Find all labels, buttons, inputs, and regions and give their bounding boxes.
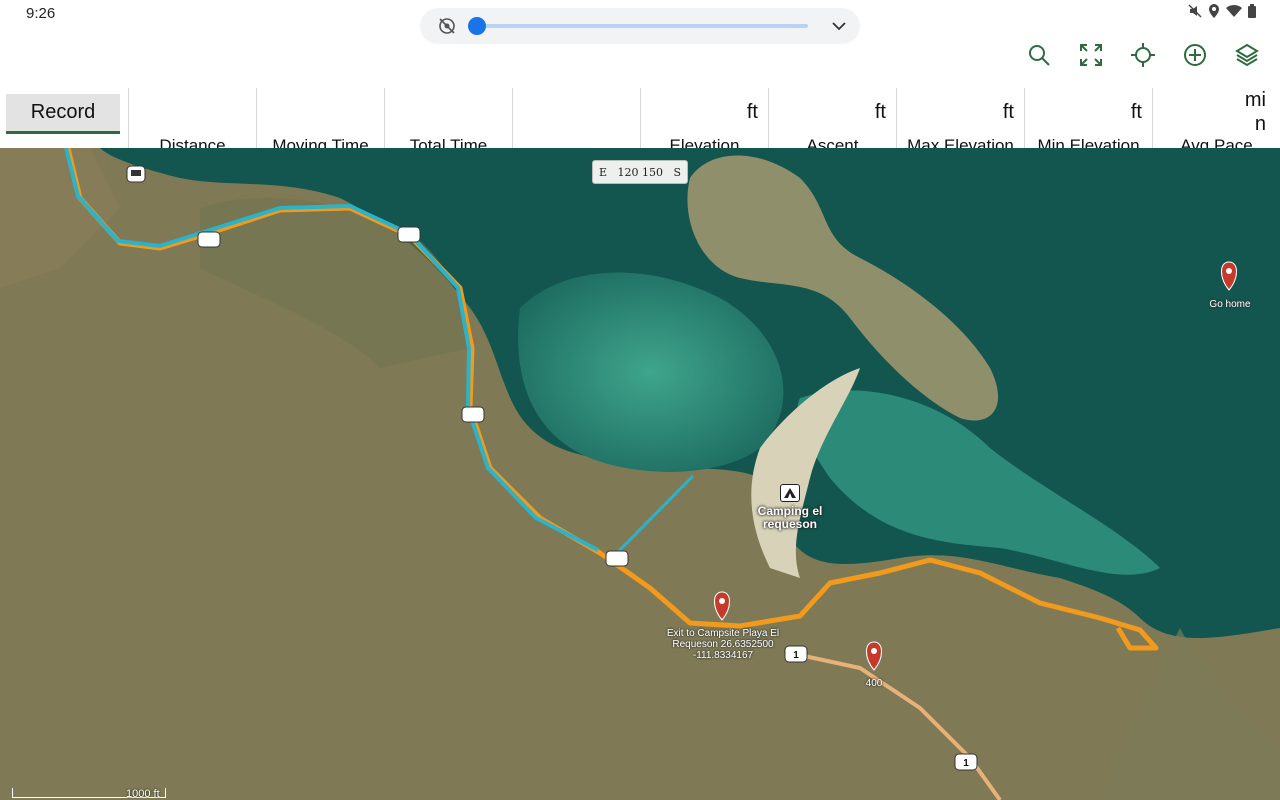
add-icon [1184, 44, 1206, 66]
stat-total-time[interactable]: Total Time [384, 88, 512, 148]
clock: 9:26 [26, 5, 56, 22]
waypoint-label-exit: Exit to Campsite Playa El Requeson 26.63… [666, 628, 780, 661]
waypoint-label-400: 400 [865, 678, 883, 689]
playback-slider-thumb[interactable] [468, 17, 486, 35]
gps-off-icon[interactable] [438, 17, 456, 35]
compass-left: E [599, 165, 608, 179]
add-button[interactable] [1180, 40, 1210, 70]
waypoint-label-home: Go home [1209, 299, 1251, 310]
stat-min-elevation[interactable]: ft Min Elevation [1024, 88, 1152, 148]
fullscreen-button[interactable] [1076, 40, 1106, 70]
road-marker [197, 231, 221, 248]
locate-button[interactable] [1128, 40, 1158, 70]
road-marker [397, 226, 421, 243]
stat-unit: ft [746, 101, 758, 123]
svg-text:1: 1 [793, 650, 799, 661]
locate-icon [1131, 43, 1155, 67]
record-button[interactable]: Record [6, 94, 120, 134]
stat-label: Distance [159, 136, 226, 148]
stat-label: Elevation [669, 136, 740, 148]
stat-label: Avg Pace [1180, 136, 1253, 148]
chevron-down-icon[interactable] [832, 20, 846, 32]
scale-label: 1000 ft [126, 788, 160, 800]
search-button[interactable] [1024, 40, 1054, 70]
road-marker [461, 406, 485, 423]
stat-avg-pace[interactable]: mi n Avg Pace [1152, 88, 1280, 148]
stat-moving-time[interactable]: Moving Time [256, 88, 384, 148]
stat-unit: ft [1130, 101, 1142, 123]
compass-strip: E 120 150 S [592, 160, 688, 184]
layers-button[interactable] [1232, 40, 1262, 70]
road-marker [605, 550, 629, 567]
location-icon [1209, 4, 1219, 18]
playback-control[interactable] [420, 8, 860, 44]
compass-ticks: 120 150 [617, 165, 663, 179]
stats-bar: Record Distance Moving Time Total Time f… [0, 88, 1280, 148]
map-view[interactable]: 1 1 E 120 150 S Camping el requeson Exit… [0, 148, 1280, 800]
stat-label: Moving Time [272, 136, 369, 148]
battery-icon [1248, 4, 1256, 18]
mute-icon [1188, 4, 1202, 18]
stat-unit: ft [874, 101, 886, 123]
stat-unit: ft [1002, 101, 1014, 123]
campsite-icon [780, 484, 800, 502]
playback-slider-track[interactable] [478, 24, 808, 28]
campsite-label: Camping el requeson [757, 504, 823, 531]
stat-elevation[interactable]: ft Elevation [640, 88, 768, 148]
road-shield: 1 [954, 753, 978, 771]
svg-text:1: 1 [963, 758, 969, 769]
system-icons [1188, 4, 1256, 18]
stat-label: Min Elevation [1037, 136, 1140, 148]
stat-label: Ascent [806, 136, 859, 148]
stat-empty[interactable] [512, 88, 640, 148]
compass-right: S [673, 165, 681, 179]
stat-label: Total Time [409, 136, 488, 148]
stat-unit: mi n [1244, 89, 1266, 135]
campervan-icon [126, 165, 146, 183]
fullscreen-icon [1080, 44, 1102, 66]
stat-ascent[interactable]: ft Ascent [768, 88, 896, 148]
stat-label: Max Elevation [907, 136, 1014, 148]
search-icon [1029, 45, 1050, 66]
stat-max-elevation[interactable]: ft Max Elevation [896, 88, 1024, 148]
satellite-base: 1 1 [0, 148, 1280, 800]
map-toolbar [1024, 40, 1262, 70]
stat-distance[interactable]: Distance [128, 88, 256, 148]
layers-icon [1235, 43, 1259, 67]
wifi-icon [1226, 4, 1242, 18]
road-shield: 1 [784, 645, 808, 663]
